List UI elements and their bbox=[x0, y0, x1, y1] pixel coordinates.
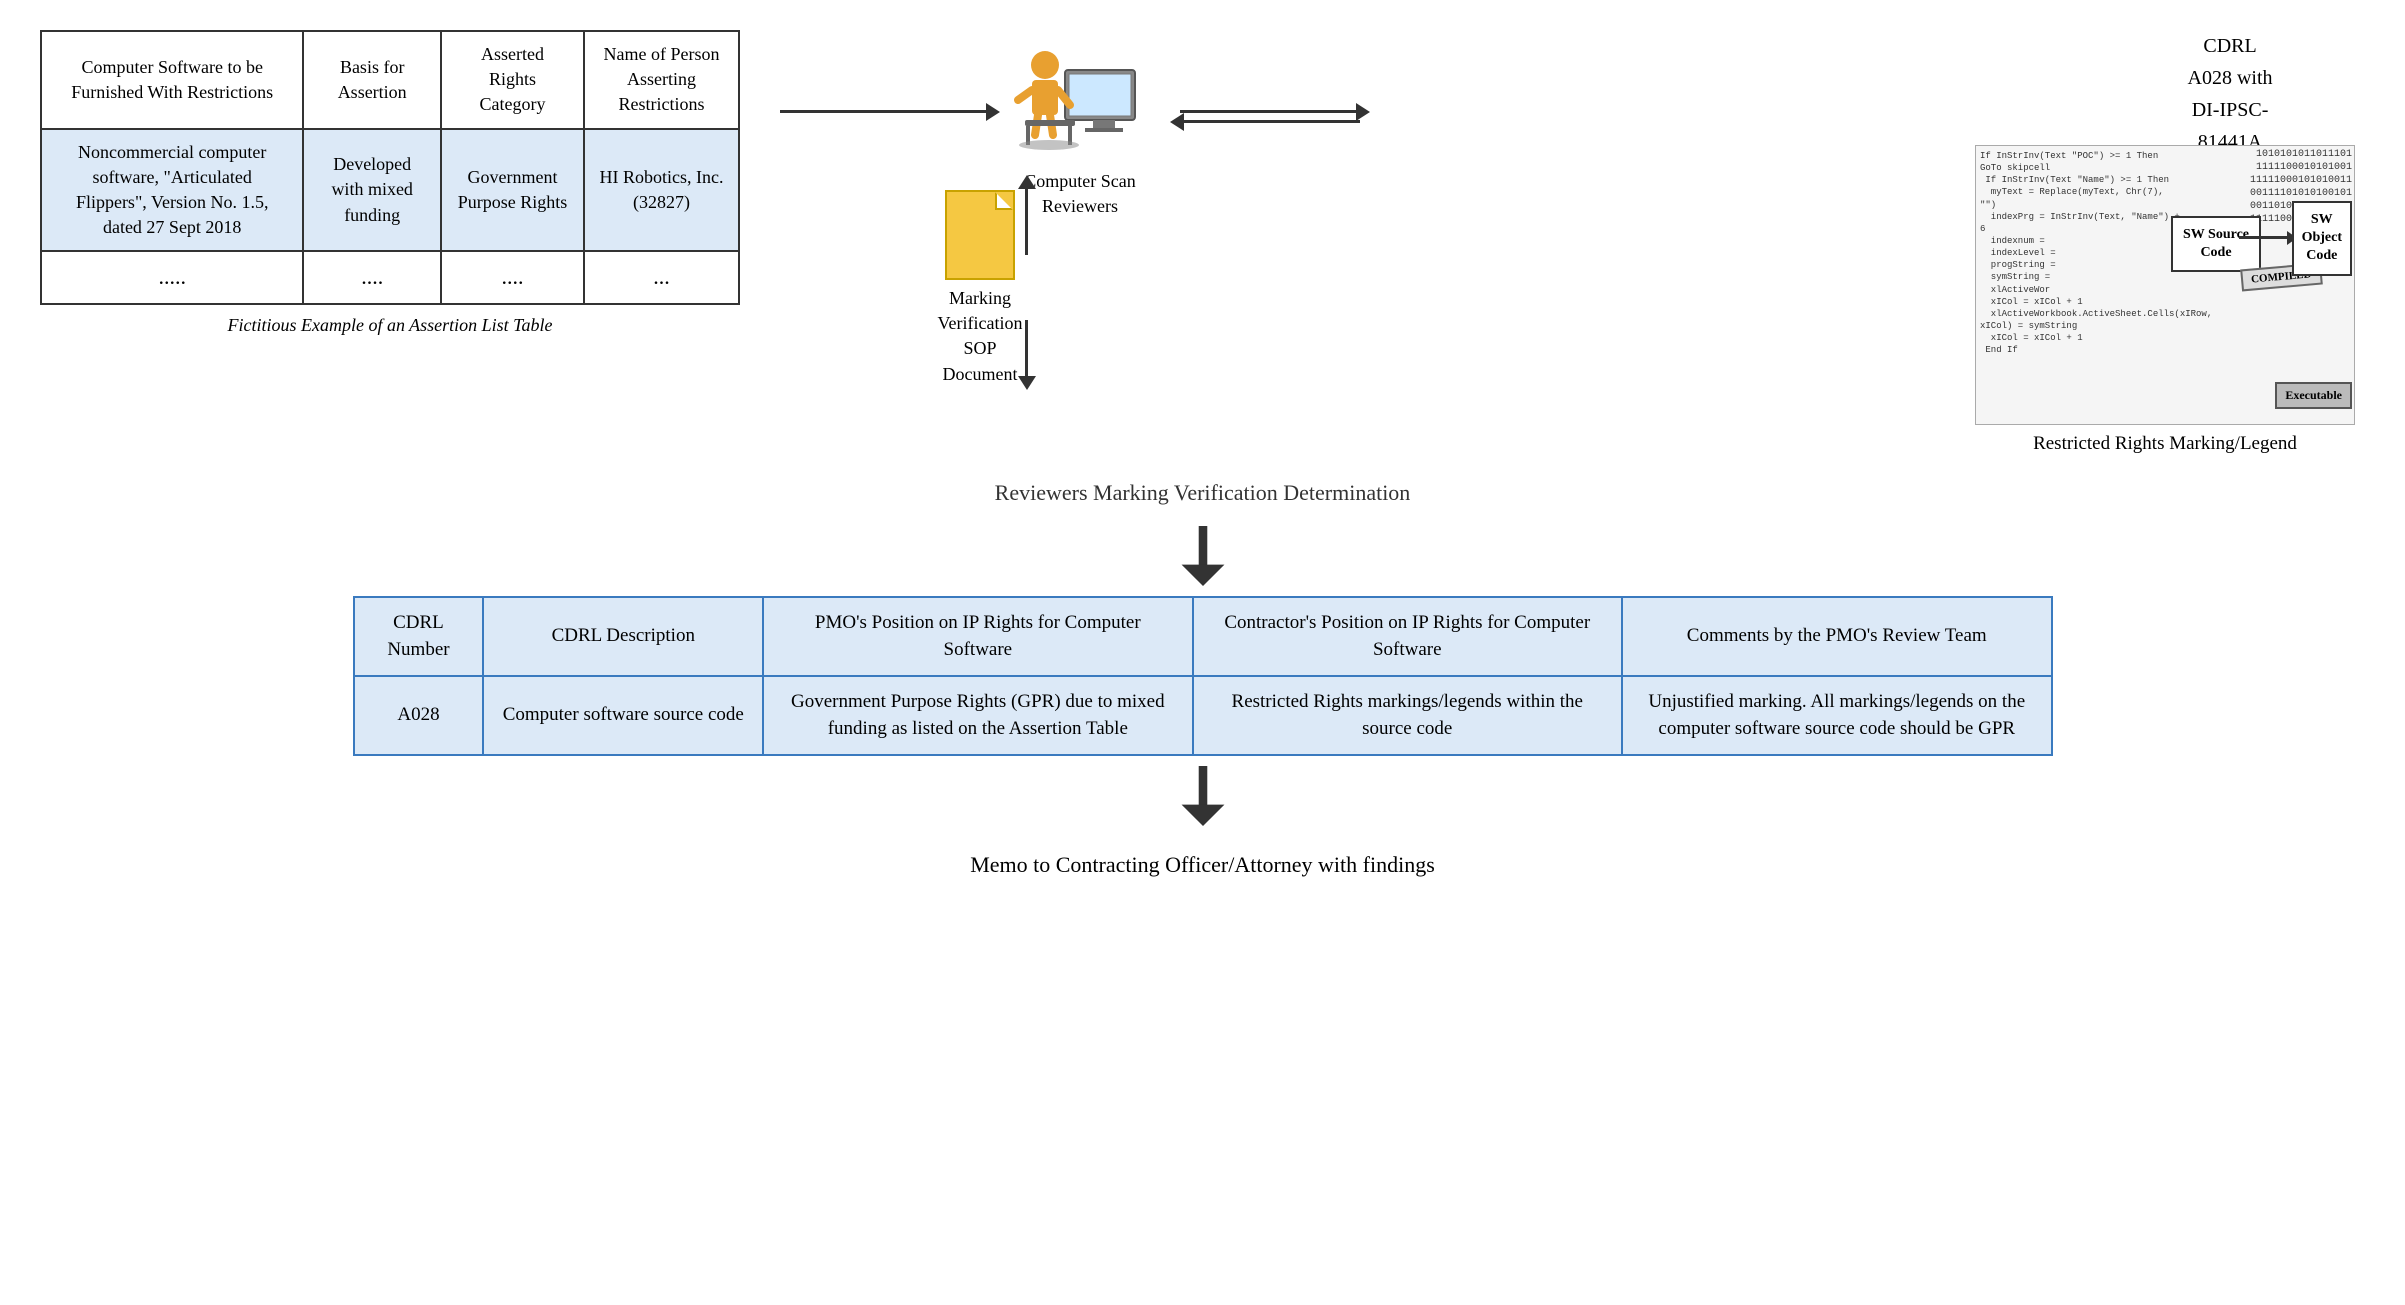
results-cdrl-num: A028 bbox=[354, 676, 484, 755]
cell-rights: Government Purpose Rights bbox=[441, 129, 584, 252]
results-col-cdrl-num: CDRL Number bbox=[354, 597, 484, 676]
cell-dots-4: ... bbox=[584, 251, 739, 304]
big-down-arrow bbox=[1178, 526, 1228, 586]
table-row: Noncommercial computer software, "Articu… bbox=[41, 129, 739, 252]
code-text: If InStrInv(Text "POC") >= 1 Then GoTo s… bbox=[1980, 150, 2180, 356]
arrow-table-to-reviewer bbox=[780, 110, 990, 113]
arrow-src-to-obj bbox=[2239, 236, 2289, 239]
cell-dots-3: .... bbox=[441, 251, 584, 304]
main-container: Computer Software to be Furnished With R… bbox=[0, 0, 2405, 1305]
results-col-contractor-position: Contractor's Position on IP Rights for C… bbox=[1193, 597, 1622, 676]
results-pmo-position: Government Purpose Rights (GPR) due to m… bbox=[763, 676, 1192, 755]
assertion-table: Computer Software to be Furnished With R… bbox=[40, 30, 740, 305]
sop-label: Marking Verification SOP Document bbox=[910, 286, 1050, 387]
results-col-description: CDRL Description bbox=[483, 597, 763, 676]
cell-dots-1: ..... bbox=[41, 251, 303, 304]
arrow-reviewer-to-code bbox=[1180, 110, 1360, 113]
big-down-arrow-2 bbox=[1178, 766, 1228, 826]
results-table-wrapper: CDRL Number CDRL Description PMO's Posit… bbox=[353, 596, 2053, 756]
table-row-dots: ..... .... .... ... bbox=[41, 251, 739, 304]
results-table: CDRL Number CDRL Description PMO's Posit… bbox=[353, 596, 2053, 756]
assertion-table-wrapper: Computer Software to be Furnished With R… bbox=[40, 30, 740, 336]
top-section: Computer Software to be Furnished With R… bbox=[40, 30, 2365, 470]
memo-label: Memo to Contracting Officer/Attorney wit… bbox=[970, 852, 1435, 878]
sw-object-code-box: SWObjectCode bbox=[2292, 201, 2352, 276]
cell-name: HI Robotics, Inc. (32827) bbox=[584, 129, 739, 252]
col-header-basis: Basis for Assertion bbox=[303, 31, 441, 129]
executable-box: Executable bbox=[2275, 382, 2352, 409]
results-col-comments: Comments by the PMO's Review Team bbox=[1622, 597, 2052, 676]
diagram-area: Computer Scan Reviewers Marking Verifica… bbox=[780, 30, 2365, 470]
results-col-pmo-position: PMO's Position on IP Rights for Computer… bbox=[763, 597, 1192, 676]
arrow-code-to-reviewer bbox=[1180, 120, 1360, 123]
col-header-name: Name of Person Asserting Restrictions bbox=[584, 31, 739, 129]
cell-dots-2: .... bbox=[303, 251, 441, 304]
cell-basis: Developed with mixed funding bbox=[303, 129, 441, 252]
reviewer-icon bbox=[1010, 40, 1150, 160]
cell-software: Noncommercial computer software, "Articu… bbox=[41, 129, 303, 252]
table-caption: Fictitious Example of an Assertion List … bbox=[40, 315, 740, 336]
col-header-software: Computer Software to be Furnished With R… bbox=[41, 31, 303, 129]
arrow-sop-to-reviewer bbox=[1025, 185, 1028, 255]
results-contractor-position: Restricted Rights markings/legends withi… bbox=[1193, 676, 1622, 755]
restricted-rights-label: Restricted Rights Marking/Legend bbox=[1975, 430, 2355, 459]
determination-section: Reviewers Marking Verification Determina… bbox=[40, 460, 2365, 878]
results-header-row: CDRL Number CDRL Description PMO's Posit… bbox=[354, 597, 2052, 676]
table-header-row: Computer Software to be Furnished With R… bbox=[41, 31, 739, 129]
results-data-row: A028 Computer software source code Gover… bbox=[354, 676, 2052, 755]
results-comments: Unjustified marking. All markings/legend… bbox=[1622, 676, 2052, 755]
code-graphic-box: 1010101011011101 1111100010101001 111110… bbox=[1975, 145, 2355, 425]
determination-label: Reviewers Marking Verification Determina… bbox=[995, 480, 1411, 506]
sw-source-code-box: SW SourceCode bbox=[2171, 216, 2261, 272]
arrow-down-to-determination bbox=[1025, 320, 1028, 380]
sop-doc-icon bbox=[945, 190, 1015, 280]
col-header-rights: Asserted Rights Category bbox=[441, 31, 584, 129]
results-description: Computer software source code bbox=[483, 676, 763, 755]
sop-area: Marking Verification SOP Document bbox=[910, 190, 1050, 387]
